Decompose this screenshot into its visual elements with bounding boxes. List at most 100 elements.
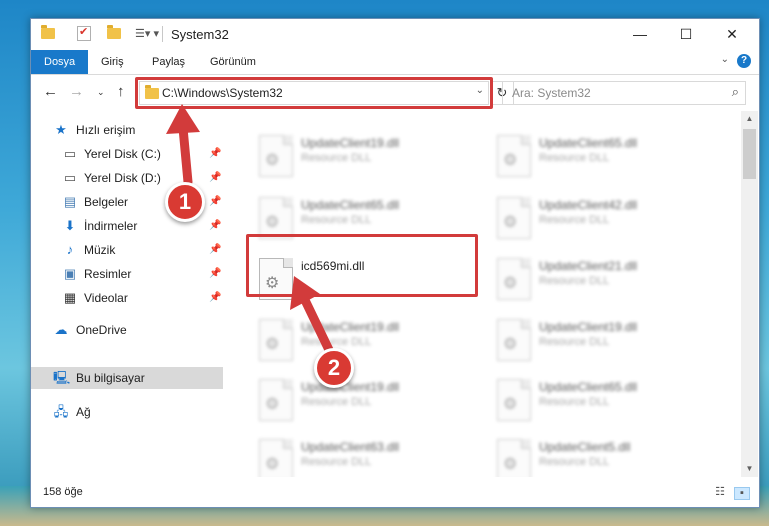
sidebar-item-videos[interactable]: ▦ Videolar 📌 xyxy=(31,287,223,309)
search-icon: ⌕ xyxy=(731,84,739,99)
help-icon[interactable]: ? xyxy=(737,54,751,68)
file-type: Resource DLL xyxy=(301,336,372,348)
sidebar-item-label: Resimler xyxy=(84,267,132,281)
pictures-icon: ▣ xyxy=(63,266,77,281)
back-arrow-icon[interactable]: ← xyxy=(43,83,58,100)
window-title: System32 xyxy=(171,27,229,42)
file-type: Resource DLL xyxy=(539,152,610,164)
up-arrow-icon[interactable]: ↑ xyxy=(117,83,125,100)
file-item[interactable]: ⚙ UpdateClient65.dll Resource DLL xyxy=(487,131,707,187)
vertical-scrollbar[interactable]: ▲ ▼ xyxy=(741,111,758,477)
dll-file-icon: ⚙ xyxy=(497,197,531,239)
file-item[interactable]: ⚙ UpdateClient19.dll Resource DLL xyxy=(249,375,469,431)
step-2-badge: 2 xyxy=(314,348,354,388)
tab-share[interactable]: Paylaş xyxy=(139,50,198,74)
file-name: UpdateClient19.dll xyxy=(301,380,400,394)
dll-file-icon: ⚙ xyxy=(497,439,531,477)
sidebar-item-label: Yerel Disk (D:) xyxy=(84,171,161,185)
file-name: UpdateClient65.dll xyxy=(539,380,638,394)
drive-icon: ▭ xyxy=(63,146,77,161)
dll-file-icon: ⚙ xyxy=(259,197,293,239)
file-type: Resource DLL xyxy=(539,214,610,226)
sidebar-item-label: Bu bilgisayar xyxy=(76,371,145,385)
navigation-pane: ★ Hızlı erişim ▭ Yerel Disk (C:) 📌 ▭ Yer… xyxy=(31,111,223,477)
sidebar-item-local-disk-c[interactable]: ▭ Yerel Disk (C:) 📌 xyxy=(31,143,223,165)
scroll-up-icon[interactable]: ▲ xyxy=(741,111,758,127)
sidebar-item-label: Videolar xyxy=(84,291,128,305)
large-icons-view-icon[interactable]: ▪ xyxy=(734,487,750,500)
details-view-icon[interactable]: ☷ xyxy=(713,487,727,498)
ribbon-expand-icon[interactable]: ⌄ xyxy=(721,54,729,65)
dll-file-icon: ⚙ xyxy=(497,379,531,421)
recent-locations-icon[interactable]: ⌄ xyxy=(97,87,105,98)
maximize-button[interactable]: ☐ xyxy=(663,19,709,50)
network-icon: 🖧 xyxy=(53,404,69,419)
file-item[interactable]: ⚙ UpdateClient5.dll Resource DLL xyxy=(487,435,707,477)
scroll-thumb[interactable] xyxy=(743,129,756,179)
file-type: Resource DLL xyxy=(539,396,610,408)
sidebar-item-onedrive[interactable]: ☁ OneDrive xyxy=(31,319,223,341)
item-count: 158 öğe xyxy=(43,486,83,498)
file-name: UpdateClient65.dll xyxy=(301,198,400,212)
search-placeholder: Ara: System32 xyxy=(512,86,591,100)
pin-icon: 📌 xyxy=(209,172,222,183)
videos-icon: ▦ xyxy=(63,290,77,305)
forward-arrow-icon[interactable]: → xyxy=(69,83,84,100)
dll-file-icon: ⚙ xyxy=(259,319,293,361)
step-1-badge: 1 xyxy=(165,182,205,222)
file-type: Resource DLL xyxy=(539,336,610,348)
file-item[interactable]: ⚙ UpdateClient19.dll Resource DLL xyxy=(487,315,707,371)
sidebar-item-music[interactable]: ♪ Müzik 📌 xyxy=(31,239,223,261)
tab-file[interactable]: Dosya xyxy=(31,50,89,74)
sidebar-item-quick-access[interactable]: ★ Hızlı erişim xyxy=(31,119,223,141)
status-bar: 158 öğe ☷ ▪ xyxy=(31,481,759,505)
file-name: UpdateClient19.dll xyxy=(301,320,400,334)
customize-qa-icon[interactable]: ☰▾ ▾ xyxy=(135,27,159,40)
file-name: UpdateClient19.dll xyxy=(301,136,400,150)
new-folder-icon[interactable] xyxy=(107,25,121,39)
sidebar-item-label: Ağ xyxy=(76,405,91,419)
ribbon-tabs: Dosya Giriş Paylaş Görünüm ⌄ ? xyxy=(31,50,759,75)
file-highlight xyxy=(246,234,478,297)
file-item[interactable]: ⚙ UpdateClient21.dll Resource DLL xyxy=(487,254,707,310)
pin-icon: 📌 xyxy=(209,292,222,303)
star-icon: ★ xyxy=(55,122,67,137)
file-item[interactable]: ⚙ UpdateClient19.dll Resource DLL xyxy=(249,131,469,187)
folder-icon xyxy=(41,25,55,39)
properties-icon[interactable] xyxy=(77,25,91,41)
file-item[interactable]: ⚙ UpdateClient42.dll Resource DLL xyxy=(487,193,707,249)
sidebar-item-this-pc[interactable]: 🖳 Bu bilgisayar xyxy=(31,367,223,389)
tab-home[interactable]: Giriş xyxy=(88,50,137,74)
file-type: Resource DLL xyxy=(301,152,372,164)
pin-icon: 📌 xyxy=(209,268,222,279)
minimize-button[interactable]: — xyxy=(617,19,663,50)
file-name: UpdateClient63.dll xyxy=(301,440,400,454)
file-type: Resource DLL xyxy=(539,275,610,287)
file-type: Resource DLL xyxy=(301,456,372,468)
sidebar-item-pictures[interactable]: ▣ Resimler 📌 xyxy=(31,263,223,285)
computer-icon: 🖳 xyxy=(53,370,71,385)
tab-view[interactable]: Görünüm xyxy=(197,50,269,74)
sidebar-item-label: İndirmeler xyxy=(84,219,138,233)
sidebar-item-label: Hızlı erişim xyxy=(76,123,136,137)
file-type: Resource DLL xyxy=(301,214,372,226)
file-name: UpdateClient19.dll xyxy=(539,320,638,334)
dll-file-icon: ⚙ xyxy=(497,135,531,177)
dll-file-icon: ⚙ xyxy=(497,258,531,300)
drive-icon: ▭ xyxy=(63,170,77,185)
sidebar-item-label: Belgeler xyxy=(84,195,129,209)
close-button[interactable]: ✕ xyxy=(709,19,755,50)
file-item[interactable]: ⚙ UpdateClient63.dll Resource DLL xyxy=(249,435,469,477)
search-input[interactable]: Ara: System32 ⌕ xyxy=(502,81,746,105)
file-name: UpdateClient42.dll xyxy=(539,198,638,212)
scroll-down-icon[interactable]: ▼ xyxy=(741,461,758,477)
file-item[interactable]: ⚙ UpdateClient65.dll Resource DLL xyxy=(487,375,707,431)
file-item[interactable]: ⚙ UpdateClient19.dll Resource DLL xyxy=(249,315,469,371)
sidebar-item-label: OneDrive xyxy=(76,323,127,337)
download-icon: ⬇ xyxy=(64,218,76,233)
pin-icon: 📌 xyxy=(209,148,222,159)
sidebar-item-label: Müzik xyxy=(84,243,116,257)
sidebar-item-network[interactable]: 🖧 Ağ xyxy=(31,401,223,423)
dll-file-icon: ⚙ xyxy=(497,319,531,361)
file-type: Resource DLL xyxy=(301,396,372,408)
